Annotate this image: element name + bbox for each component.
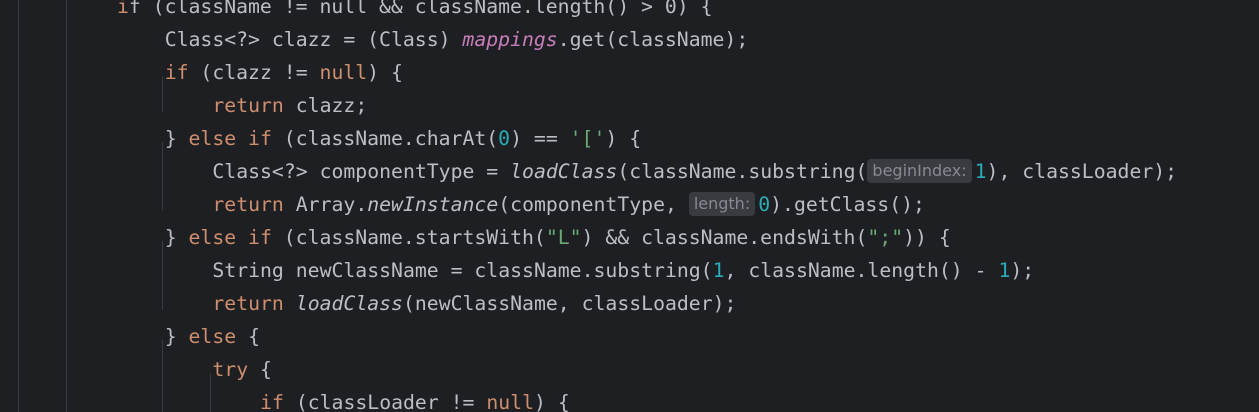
code-token: return xyxy=(212,193,284,216)
code-token: (componentType, xyxy=(498,193,689,216)
indent-guide xyxy=(18,0,19,412)
code-token: else xyxy=(188,325,237,348)
code-token: , className.length() - xyxy=(724,259,999,282)
code-token: null xyxy=(486,391,535,412)
code-token: else if xyxy=(188,226,272,249)
code-line[interactable]: Class<?> clazz = (Class) mappings.get(cl… xyxy=(165,23,749,56)
code-line[interactable]: return clazz; xyxy=(212,89,367,122)
indent-guide xyxy=(210,373,211,412)
indent-guide xyxy=(162,142,163,211)
code-token: try xyxy=(212,358,249,381)
code-token: null xyxy=(319,61,368,84)
code-line[interactable]: return loadClass(newClassName, classLoad… xyxy=(212,287,736,320)
code-token: '[' xyxy=(569,127,606,150)
code-line[interactable]: return Array.newInstance(componentType, … xyxy=(212,188,925,221)
parameter-hint: length: xyxy=(688,192,756,216)
code-token: mappings xyxy=(462,28,558,51)
code-token: newInstance xyxy=(367,193,499,216)
code-token: String newClassName = className.substrin… xyxy=(212,259,713,282)
indent-guide xyxy=(162,76,163,112)
code-token: 1 xyxy=(712,259,725,282)
code-token: "L" xyxy=(545,226,582,249)
code-line[interactable]: } else if (className.charAt(0) == '[') { xyxy=(165,122,641,155)
indent-guide xyxy=(162,340,163,412)
code-token: clazz; xyxy=(283,94,368,117)
code-token: (clazz != xyxy=(188,61,320,84)
code-line[interactable]: try { xyxy=(212,353,272,386)
code-line[interactable]: } else { xyxy=(165,320,260,353)
code-token: if xyxy=(260,391,284,412)
code-line[interactable]: if (className != null && className.lengt… xyxy=(117,0,712,23)
code-token: (newClassName, classLoader); xyxy=(402,292,737,315)
code-token: Class<?> clazz = (Class) xyxy=(164,28,463,51)
code-token: return xyxy=(212,94,284,117)
code-token: return xyxy=(212,292,284,315)
code-token: (classLoader != xyxy=(283,391,487,412)
parameter-hint: beginIndex: xyxy=(867,159,972,183)
code-line[interactable]: } else if (className.startsWith("L") && … xyxy=(165,221,951,254)
code-token: ) { xyxy=(605,127,642,150)
code-token: ) == xyxy=(510,127,570,150)
code-token: Class<?> componentType = xyxy=(212,160,511,183)
code-token: loadClass xyxy=(295,292,403,315)
code-token: } xyxy=(164,226,189,249)
code-line[interactable]: Class<?> componentType = loadClass(class… xyxy=(212,155,1177,188)
code-token: (className.startsWith( xyxy=(271,226,546,249)
code-token: ), classLoader); xyxy=(986,160,1178,183)
code-token: .get(className); xyxy=(557,28,749,51)
code-token: { xyxy=(236,325,260,348)
code-line[interactable]: if (clazz != null) { xyxy=(165,56,403,89)
code-token: loadClass xyxy=(510,160,618,183)
code-line[interactable]: if (classLoader != null) { xyxy=(260,386,570,412)
code-token: ) { xyxy=(534,391,570,412)
code-token: i xyxy=(117,0,129,18)
indent-guide xyxy=(66,0,67,412)
code-token: ); xyxy=(1010,259,1035,282)
code-token: else if xyxy=(188,127,272,150)
code-token: ";" xyxy=(867,226,904,249)
code-token: )) { xyxy=(903,226,951,249)
code-token: (className.substring( xyxy=(617,160,868,183)
code-token: f (className != null && className.length… xyxy=(128,0,713,18)
code-token: } xyxy=(164,127,189,150)
code-token: 1 xyxy=(974,160,987,183)
code-token: { xyxy=(248,358,272,381)
code-token: if xyxy=(164,61,189,84)
code-token: } xyxy=(164,325,189,348)
indent-guide xyxy=(162,241,163,310)
code-token: 0 xyxy=(498,127,511,150)
code-token: 1 xyxy=(998,259,1011,282)
code-token: ) { xyxy=(367,61,403,84)
code-token: Array. xyxy=(283,193,368,216)
code-token: 0 xyxy=(758,193,771,216)
code-editor[interactable]: if (className != null && className.lengt… xyxy=(0,0,1259,412)
code-line[interactable]: String newClassName = className.substrin… xyxy=(212,254,1034,287)
code-token: ).getClass(); xyxy=(770,193,925,216)
code-token: (className.charAt( xyxy=(271,127,499,150)
code-token: ) && className.endsWith( xyxy=(581,226,868,249)
